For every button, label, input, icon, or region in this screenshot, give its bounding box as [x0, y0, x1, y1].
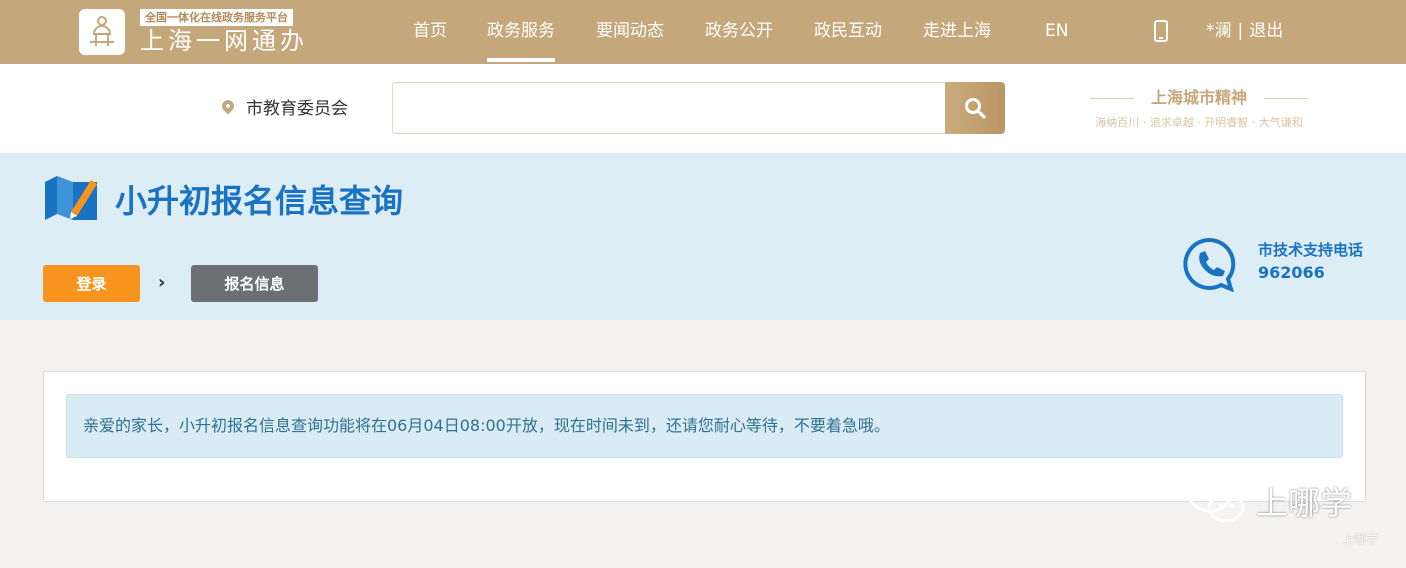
wechat-icon — [1188, 479, 1245, 523]
support-number[interactable]: 962066 — [1258, 263, 1325, 283]
nav-gov-services[interactable]: 政务服务 — [487, 20, 555, 62]
page-banner: 小升初报名信息查询 登录 › 报名信息 市技术支持电话 962066 — [0, 153, 1406, 320]
content-card: 亲爱的家长，小升初报名信息查询功能将在06月04日08:00开放，现在时间未到，… — [43, 371, 1366, 502]
support-phone-icon — [1183, 237, 1236, 292]
search-row: 市教育委员会 上海城市精神 海纳百川 · 追求卓越 · 开明睿智 · 大气谦和 — [0, 64, 1406, 153]
nav-news[interactable]: 要闻动态 — [596, 20, 664, 42]
edit-book-icon — [45, 176, 97, 220]
brand-name[interactable]: 上海一网通办 — [140, 27, 308, 55]
search-input[interactable] — [392, 82, 948, 134]
watermark-small: 上哪学 — [1342, 532, 1379, 546]
city-spirit-subtitle: 海纳百川 · 追求卓越 · 开明睿智 · 大气谦和 — [1095, 116, 1303, 129]
platform-slogan: 全国一体化在线政务服务平台 — [140, 9, 293, 26]
search-icon — [965, 98, 986, 119]
phone-icon[interactable] — [1154, 20, 1168, 42]
nav-interaction[interactable]: 政民互动 — [814, 20, 882, 42]
support-label: 市技术支持电话 — [1258, 241, 1364, 259]
nav-home[interactable]: 首页 — [413, 20, 447, 42]
location-selector[interactable]: 市教育委员会 — [246, 98, 348, 120]
nav-english[interactable]: EN — [1045, 20, 1068, 42]
city-spirit-title: 上海城市精神 — [1090, 88, 1308, 108]
step-login[interactable]: 登录 — [43, 265, 140, 302]
watermark-account: 上哪学 — [1256, 484, 1353, 522]
notice-alert: 亲爱的家长，小升初报名信息查询功能将在06月04日08:00开放，现在时间未到，… — [66, 394, 1343, 458]
top-navigation-bar: 全国一体化在线政务服务平台 上海一网通办 首页 政务服务 要闻动态 政务公开 政… — [0, 0, 1406, 64]
nav-about-shanghai[interactable]: 走进上海 — [923, 20, 991, 42]
step-registration-info[interactable]: 报名信息 — [191, 265, 318, 302]
user-name[interactable]: *澜 — [1206, 21, 1232, 41]
logo-icon[interactable] — [79, 9, 125, 55]
page-title: 小升初报名信息查询 — [115, 182, 404, 220]
nav-gov-disclosure[interactable]: 政务公开 — [705, 20, 773, 42]
location-icon — [219, 97, 237, 115]
search-button[interactable] — [945, 82, 1005, 134]
user-area: *澜 | 退出 — [1206, 20, 1283, 42]
chevron-right-icon: › — [158, 272, 166, 293]
logout-link[interactable]: 退出 — [1249, 21, 1283, 41]
user-separator: | — [1237, 21, 1244, 41]
